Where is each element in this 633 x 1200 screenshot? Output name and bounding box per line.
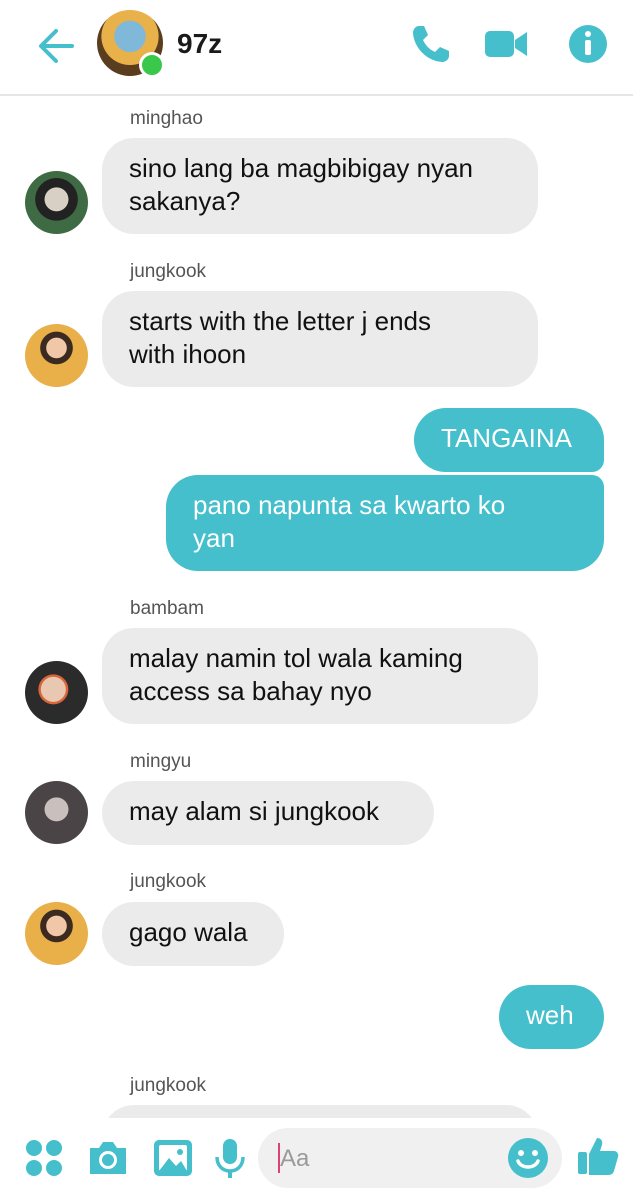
message-bubble[interactable]: pano napunta sa kwarto ko yan — [166, 475, 604, 571]
sender-name: jungkook — [130, 871, 207, 892]
avatar[interactable] — [25, 902, 88, 965]
message-bubble[interactable]: starts with the letter j ends with ihoon — [102, 291, 538, 387]
avatar[interactable] — [25, 324, 88, 387]
message-list[interactable]: minghao sino lang ba magbibigay nyan sak… — [0, 98, 633, 1118]
arrow-left-icon[interactable] — [34, 24, 78, 68]
avatar[interactable] — [25, 781, 88, 844]
sender-name: jungkook — [130, 1075, 207, 1096]
message-bubble[interactable]: malay namin tol wala kaming access sa ba… — [102, 628, 538, 724]
camera-icon[interactable] — [86, 1136, 130, 1180]
sender-name: jungkook — [130, 261, 207, 282]
group-avatar[interactable] — [97, 10, 165, 78]
message-bubble[interactable]: gago wala — [102, 902, 284, 966]
message-bubble[interactable]: TANGAINA — [414, 408, 604, 472]
sender-name: mingyu — [130, 751, 192, 772]
chat-header: 97z — [0, 0, 633, 96]
message-bubble[interactable]: sino lang ba magbibigay nyan sakanya? — [102, 138, 538, 234]
image-icon[interactable] — [151, 1136, 195, 1180]
phone-icon[interactable] — [409, 22, 453, 66]
sender-name: minghao — [130, 108, 203, 129]
message-input-placeholder: Aa — [280, 1145, 310, 1172]
more-apps-icon[interactable] — [22, 1136, 66, 1180]
avatar[interactable] — [25, 171, 88, 234]
info-icon[interactable] — [566, 22, 610, 66]
online-status-dot — [139, 52, 165, 78]
video-camera-icon[interactable] — [484, 22, 528, 66]
sender-name: bambam — [130, 598, 204, 619]
microphone-icon[interactable] — [208, 1136, 252, 1180]
message-composer: Aa — [0, 1118, 633, 1200]
chat-title[interactable]: 97z — [177, 28, 222, 60]
message-input[interactable]: Aa — [258, 1128, 562, 1188]
message-bubble[interactable]: weh — [499, 985, 604, 1049]
emoji-icon[interactable] — [506, 1136, 550, 1180]
avatar[interactable] — [25, 661, 88, 724]
thumbs-up-icon[interactable] — [576, 1134, 620, 1178]
message-bubble[interactable] — [102, 1105, 538, 1118]
message-bubble[interactable]: may alam si jungkook — [102, 781, 434, 845]
